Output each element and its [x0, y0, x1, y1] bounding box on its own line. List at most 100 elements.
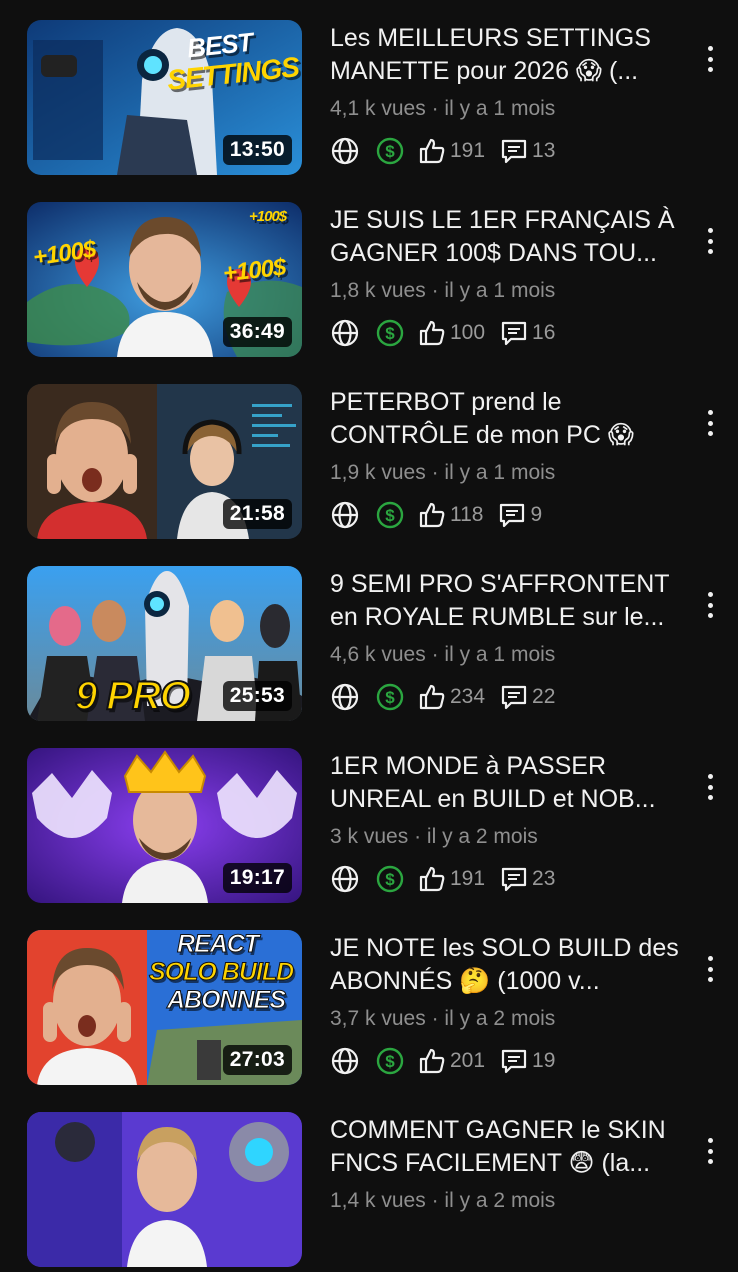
video-title[interactable]: JE SUIS LE 1ER FRANÇAIS À GAGNER 100$ DA… — [330, 204, 695, 270]
video-meta: 1,8 k vues · il y a 1 mois — [330, 279, 695, 305]
video-row[interactable]: BEST SETTINGS 13:50 Les MEILLEURS SETTIN… — [0, 20, 738, 180]
video-meta: 3 k vues · il y a 2 mois — [330, 825, 695, 851]
video-row[interactable]: 19:17 1ER MONDE à PASSER UNREAL en BUILD… — [0, 748, 738, 908]
view-count: 1,4 k vues — [330, 1189, 426, 1212]
thumbs-up-icon — [419, 866, 445, 892]
svg-text:$: $ — [385, 142, 395, 161]
view-count: 3,7 k vues — [330, 1007, 426, 1030]
upload-age: il y a 2 mois — [444, 1007, 556, 1030]
upload-age: il y a 1 mois — [444, 97, 556, 120]
dollar-icon: $ — [376, 683, 404, 711]
video-thumbnail[interactable]: BEST SETTINGS 13:50 — [27, 20, 302, 175]
globe-icon — [331, 1047, 359, 1075]
video-stats: $ 118 9 — [330, 497, 695, 533]
video-thumbnail[interactable]: 9 PRO 25:53 — [27, 566, 302, 721]
thumbnail-art — [27, 1112, 302, 1267]
more-vert-icon[interactable] — [700, 46, 720, 72]
video-thumbnail[interactable]: 19:17 — [27, 748, 302, 903]
upload-age: il y a 1 mois — [444, 461, 556, 484]
video-title[interactable]: 1ER MONDE à PASSER UNREAL en BUILD et NO… — [330, 750, 695, 816]
dollar-icon: $ — [376, 1047, 404, 1075]
comment-count: 13 — [532, 139, 556, 162]
duration-badge: 27:03 — [222, 1045, 292, 1075]
view-count: 3 k vues — [330, 825, 409, 848]
comment-count: 23 — [532, 867, 556, 890]
meta-separator: · — [414, 825, 422, 848]
meta-separator: · — [431, 643, 439, 666]
view-count: 4,6 k vues — [330, 643, 426, 666]
comment-icon — [501, 321, 527, 346]
upload-age: il y a 1 mois — [444, 279, 556, 302]
video-title[interactable]: PETERBOT prend le CONTRÔLE de mon PC 😱 — [330, 386, 695, 452]
meta-separator: · — [431, 279, 439, 302]
globe-icon — [331, 865, 359, 893]
dollar-icon: $ — [376, 501, 404, 529]
video-meta: 1,4 k vues · il y a 2 mois — [330, 1189, 695, 1215]
video-info: 9 SEMI PRO S'AFFRONTENT en ROYALE RUMBLE… — [330, 566, 695, 715]
meta-separator: · — [431, 97, 439, 120]
globe-icon — [331, 137, 359, 165]
video-info: 1ER MONDE à PASSER UNREAL en BUILD et NO… — [330, 748, 695, 897]
meta-separator: · — [431, 1189, 439, 1212]
video-thumbnail[interactable]: REACT SOLO BUILD ABONNES 27:03 — [27, 930, 302, 1085]
video-title[interactable]: JE NOTE les SOLO BUILD des ABONNÉS 🤔 (10… — [330, 932, 695, 998]
video-info: JE NOTE les SOLO BUILD des ABONNÉS 🤔 (10… — [330, 930, 695, 1079]
view-count: 4,1 k vues — [330, 97, 426, 120]
video-title[interactable]: 9 SEMI PRO S'AFFRONTENT en ROYALE RUMBLE… — [330, 568, 695, 634]
video-info: Les MEILLEURS SETTINGS MANETTE pour 2026… — [330, 20, 695, 169]
thumbnail-title-text: SOLO BUILD — [148, 958, 294, 987]
more-vert-icon[interactable] — [700, 1138, 720, 1164]
video-stats: $ 191 23 — [330, 861, 695, 897]
video-meta: 3,7 k vues · il y a 2 mois — [330, 1007, 695, 1033]
more-vert-icon[interactable] — [700, 592, 720, 618]
video-stats: $ 100 16 — [330, 315, 695, 351]
comment-count: 16 — [532, 321, 556, 344]
comment-icon — [501, 139, 527, 164]
duration-badge: 13:50 — [222, 135, 292, 165]
video-thumbnail[interactable] — [27, 1112, 302, 1267]
thumbs-up-icon — [419, 1048, 445, 1074]
upload-age: il y a 2 mois — [426, 825, 538, 848]
video-title[interactable]: Les MEILLEURS SETTINGS MANETTE pour 2026… — [330, 22, 695, 88]
duration-badge: 36:49 — [222, 317, 292, 347]
video-thumbnail[interactable]: 21:58 — [27, 384, 302, 539]
comment-count: 22 — [532, 685, 556, 708]
comment-icon — [500, 503, 525, 528]
more-vert-icon[interactable] — [700, 774, 720, 800]
thumbnail-title-text: +100$ — [249, 208, 287, 225]
svg-text:$: $ — [385, 506, 395, 525]
video-row[interactable]: COMMENT GAGNER le SKIN FNCS FACILEMENT 😨… — [0, 1112, 738, 1272]
like-count: 191 — [450, 139, 486, 162]
thumbs-up-icon — [419, 320, 445, 346]
duration-badge: 25:53 — [222, 681, 292, 711]
dollar-icon: $ — [376, 865, 404, 893]
video-row[interactable]: 9 PRO 25:53 9 SEMI PRO S'AFFRONTENT en R… — [0, 566, 738, 726]
comment-icon — [501, 685, 527, 710]
video-title[interactable]: COMMENT GAGNER le SKIN FNCS FACILEMENT 😨… — [330, 1114, 695, 1180]
more-vert-icon[interactable] — [700, 228, 720, 254]
comment-icon — [501, 867, 527, 892]
video-meta: 1,9 k vues · il y a 1 mois — [330, 461, 695, 487]
meta-separator: · — [431, 461, 439, 484]
globe-icon — [331, 501, 359, 529]
video-meta: 4,1 k vues · il y a 1 mois — [330, 97, 695, 123]
video-row[interactable]: REACT SOLO BUILD ABONNES 27:03 JE NOTE l… — [0, 930, 738, 1090]
globe-icon — [331, 319, 359, 347]
thumbs-up-icon — [419, 138, 445, 164]
upload-age: il y a 2 mois — [444, 1189, 556, 1212]
video-row[interactable]: 21:58 PETERBOT prend le CONTRÔLE de mon … — [0, 384, 738, 544]
comment-count: 9 — [530, 503, 543, 526]
video-thumbnail[interactable]: +100$ +100$ +100$ 36:49 — [27, 202, 302, 357]
comment-count: 19 — [532, 1049, 556, 1072]
view-count: 1,8 k vues — [330, 279, 426, 302]
svg-text:$: $ — [385, 324, 395, 343]
thumbnail-title-text: REACT — [176, 930, 259, 959]
globe-icon — [331, 683, 359, 711]
svg-text:$: $ — [385, 870, 395, 889]
more-vert-icon[interactable] — [700, 956, 720, 982]
more-vert-icon[interactable] — [700, 410, 720, 436]
video-row[interactable]: +100$ +100$ +100$ 36:49 JE SUIS LE 1ER F… — [0, 202, 738, 362]
thumbs-up-icon — [419, 684, 445, 710]
svg-text:$: $ — [385, 1052, 395, 1071]
dollar-icon: $ — [376, 137, 404, 165]
